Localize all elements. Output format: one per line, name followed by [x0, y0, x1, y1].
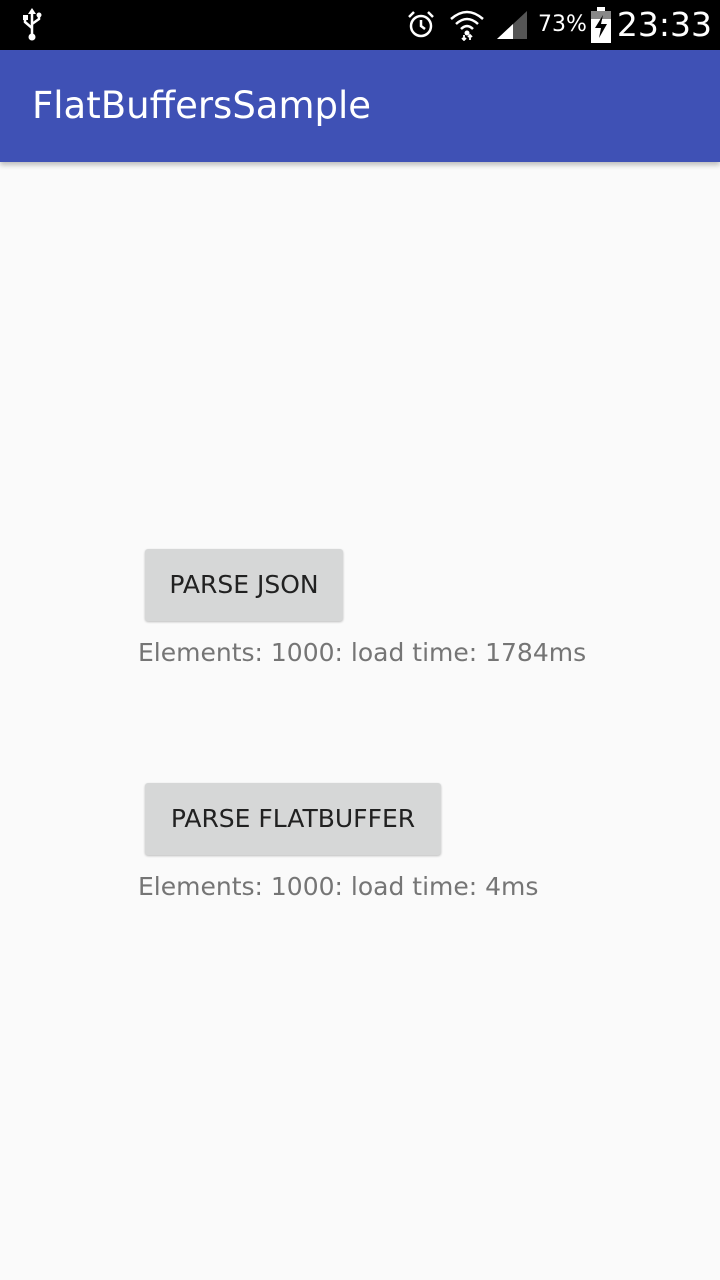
battery-charging-icon [588, 6, 614, 44]
usb-icon [16, 6, 48, 44]
status-clock: 23:33 [616, 5, 712, 44]
cell-signal-icon [494, 6, 530, 44]
parse-flatbuffer-button[interactable]: PARSE FLATBUFFER [145, 783, 441, 855]
main-content: PARSE JSON Elements: 1000: load time: 17… [0, 162, 720, 1280]
app-title: FlatBuffersSample [32, 84, 372, 127]
json-result-text: Elements: 1000: load time: 1784ms [138, 638, 587, 667]
flatbuffer-result-text: Elements: 1000: load time: 4ms [138, 872, 539, 901]
parse-json-button[interactable]: PARSE JSON [145, 549, 343, 621]
battery-percent: 73% [538, 12, 587, 37]
status-bar: 73% 23:33 [0, 0, 720, 50]
alarm-icon [404, 6, 438, 44]
app-bar: FlatBuffersSample [0, 50, 720, 162]
wifi-icon [448, 6, 486, 44]
